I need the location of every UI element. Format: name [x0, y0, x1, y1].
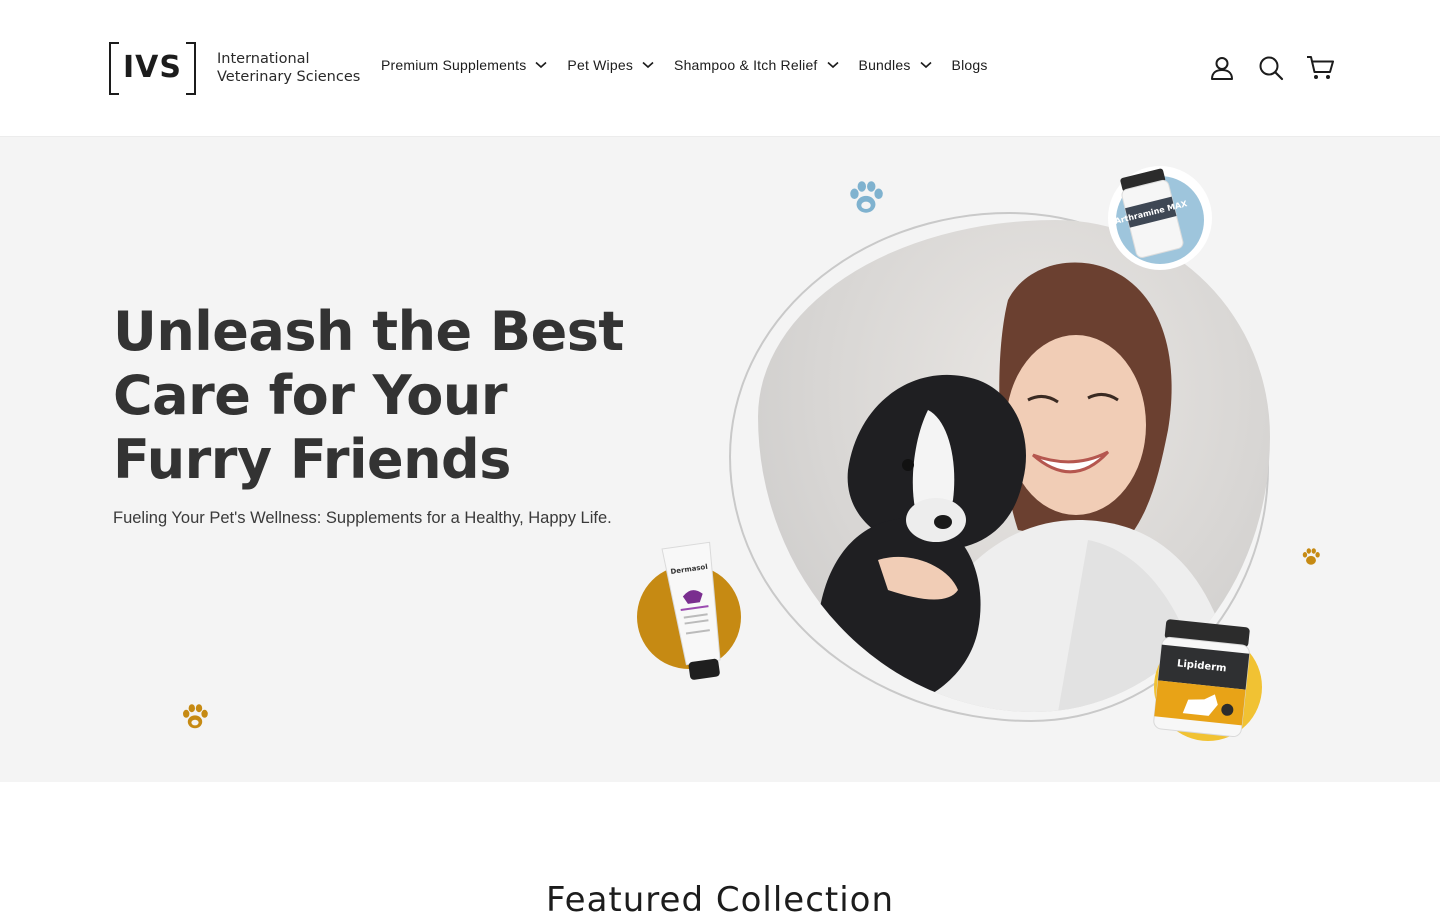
hero-title: Unleash the Best Care for Your Furry Fri…: [113, 300, 624, 491]
paw-print-icon: [850, 181, 883, 213]
nav-item-shampoo-itch-relief[interactable]: Shampoo & Itch Relief: [674, 57, 839, 73]
nav-label: Pet Wipes: [567, 57, 634, 73]
nav-item-blogs[interactable]: Blogs: [952, 57, 988, 73]
nav-label: Bundles: [858, 57, 911, 73]
logo-line-1: International: [217, 50, 310, 67]
cart-icon: [1307, 56, 1334, 79]
product-arthramine-max[interactable]: Arthramine MAX: [1104, 160, 1216, 272]
nav-item-pet-wipes[interactable]: Pet Wipes: [567, 57, 654, 73]
chevron-down-icon: [826, 61, 839, 69]
logo-line-2: Veterinary Sciences: [217, 68, 361, 85]
paw-print-icon: [183, 704, 208, 729]
logo-mark: IVS: [109, 42, 196, 95]
chevron-down-icon: [642, 61, 654, 69]
main-nav: Premium Supplements Pet Wipes Shampoo & …: [381, 57, 1008, 73]
cart-button[interactable]: [1306, 54, 1334, 82]
logo-wordmark: International Veterinary Sciences: [217, 50, 360, 86]
nav-label: Shampoo & Itch Relief: [674, 57, 818, 73]
hero-subtitle: Fueling Your Pet's Wellness: Supplements…: [113, 509, 612, 527]
nav-label: Premium Supplements: [381, 57, 527, 73]
site-header: IVS International Veterinary Sciences Pr…: [0, 0, 1440, 137]
search-icon: [1259, 56, 1284, 81]
hero-banner: Unleash the Best Care for Your Furry Fri…: [0, 137, 1440, 782]
featured-collection-heading: Featured Collection: [545, 880, 895, 920]
paw-print-icon: [1302, 548, 1320, 565]
chevron-down-icon: [535, 61, 547, 69]
nav-item-premium-supplements[interactable]: Premium Supplements: [381, 57, 547, 73]
account-icon: [1211, 57, 1233, 80]
search-button[interactable]: [1257, 54, 1285, 82]
account-button[interactable]: [1208, 54, 1236, 82]
nav-label: Blogs: [951, 57, 988, 73]
chevron-down-icon: [919, 61, 932, 69]
header-actions: [1208, 54, 1334, 82]
brand-logo[interactable]: IVS International Veterinary Sciences: [109, 42, 360, 95]
product-lipiderm[interactable]: Lipiderm: [1146, 617, 1266, 749]
nav-item-bundles[interactable]: Bundles: [859, 57, 932, 73]
product-dermasol[interactable]: Dermasol: [635, 533, 747, 689]
logo-mark-text: IVS: [123, 50, 182, 85]
